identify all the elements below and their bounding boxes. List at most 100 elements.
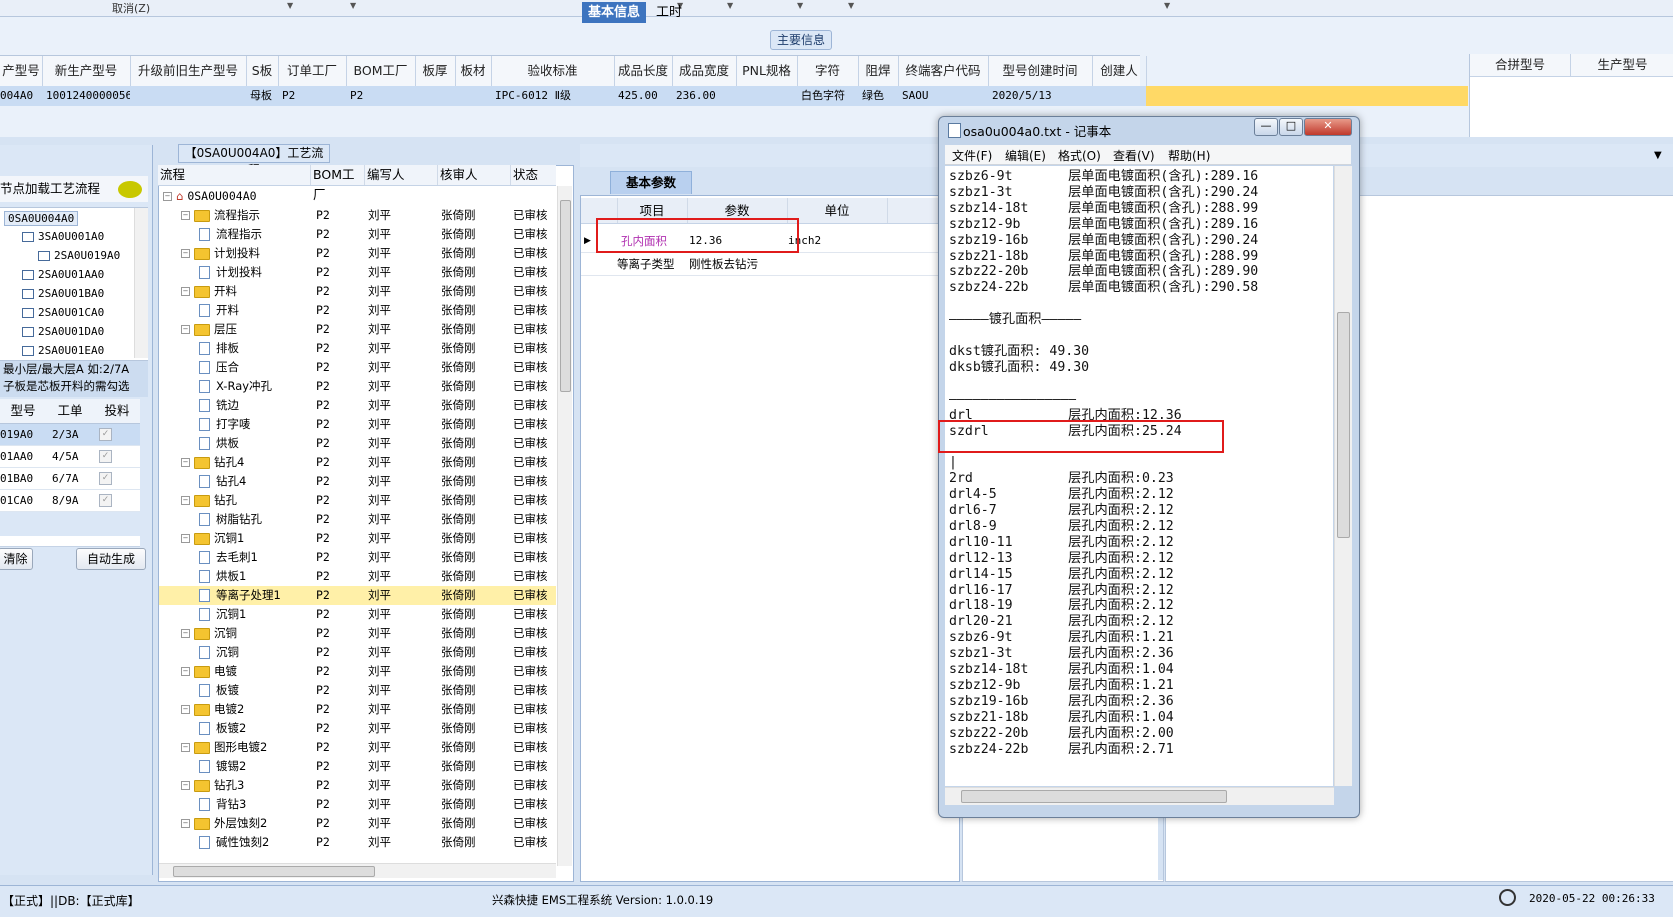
feed-checkbox[interactable]: ✓	[99, 472, 112, 485]
collapse-icon[interactable]: −	[181, 629, 190, 638]
flow-tree-row[interactable]: 板镀2 P2 刘平 张倚刚 已审核	[159, 719, 556, 738]
tree-item[interactable]: 3SA0U001A0	[22, 230, 104, 243]
tree-item[interactable]: 2SA0U01DA0	[22, 325, 104, 338]
flow-node[interactable]: − 外层蚀刻2	[181, 814, 313, 833]
tab-basic-params[interactable]: 基本参数	[610, 171, 692, 194]
main-row-cell[interactable]: 母板	[250, 86, 278, 106]
collapse-icon[interactable]: −	[181, 496, 190, 505]
main-row-cell[interactable]: P2	[282, 86, 346, 106]
flow-node[interactable]: − 流程指示	[181, 206, 313, 225]
flow-node[interactable]: − 沉铜	[181, 624, 313, 643]
flow-vertical-scrollbar[interactable]	[557, 186, 572, 866]
flow-node[interactable]: 流程指示	[199, 225, 313, 244]
menu-file[interactable]: 文件(F)	[952, 147, 992, 164]
flow-tree-row[interactable]: − 电镀 P2 刘平 张倚刚 已审核	[159, 662, 556, 681]
flow-tree-row[interactable]: − 沉铜1 P2 刘平 张倚刚 已审核	[159, 529, 556, 548]
main-row-cell[interactable]: 白色字符	[801, 86, 858, 106]
flow-node[interactable]: 铣边	[199, 396, 313, 415]
flow-node[interactable]: − 钻孔4	[181, 453, 313, 472]
flow-tree-row[interactable]: 背钻3 P2 刘平 张倚刚 已审核	[159, 795, 556, 814]
flow-tree-row[interactable]: X-Ray冲孔 P2 刘平 张倚刚 已审核	[159, 377, 556, 396]
flow-tree-row[interactable]: 沉铜 P2 刘平 张倚刚 已审核	[159, 643, 556, 662]
flow-tree-row[interactable]: − ⌂ 0SA0U004A0	[159, 187, 556, 206]
flow-tree-row[interactable]: 开料 P2 刘平 张倚刚 已审核	[159, 301, 556, 320]
notepad-content[interactable]: szbz6-9t 层单面电镀面积(含孔):289.16 szbz1-3t 层单面…	[949, 169, 1258, 758]
flow-node[interactable]: X-Ray冲孔	[199, 377, 313, 396]
flow-node[interactable]: 等离子处理1	[199, 586, 313, 605]
collapse-icon[interactable]: −	[181, 211, 190, 220]
highlight-cell[interactable]	[1146, 86, 1468, 106]
flow-tree-row[interactable]: 镀锡2 P2 刘平 张倚刚 已审核	[159, 757, 556, 776]
main-row-cell[interactable]	[740, 86, 797, 106]
chevron-down-icon[interactable]: ▼	[848, 1, 854, 10]
table-row[interactable]: 019A0 2/3A ✓	[0, 424, 140, 446]
collapse-icon[interactable]: −	[181, 287, 190, 296]
main-row-cell[interactable]: 绿色	[862, 86, 898, 106]
flow-node[interactable]: 碱性蚀刻2	[199, 833, 313, 852]
flow-node[interactable]: 板镀2	[199, 719, 313, 738]
flow-tree-row[interactable]: 排板 P2 刘平 张倚刚 已审核	[159, 339, 556, 358]
tree-item[interactable]: 0SA0U004A0	[4, 211, 79, 226]
chat-bubble-icon[interactable]	[118, 181, 142, 198]
flow-node[interactable]: − 开料	[181, 282, 313, 301]
flow-node[interactable]: − 钻孔	[181, 491, 313, 510]
scroll-thumb[interactable]	[1337, 312, 1350, 538]
main-row-cell[interactable]: 10012400000561	[46, 86, 130, 106]
scroll-thumb[interactable]	[560, 200, 571, 392]
flow-tree-row[interactable]: − 钻孔 P2 刘平 张倚刚 已审核	[159, 491, 556, 510]
feed-checkbox[interactable]: ✓	[99, 494, 112, 507]
collapse-icon[interactable]: −	[181, 819, 190, 828]
flow-tree-row[interactable]: − 计划投料 P2 刘平 张倚刚 已审核	[159, 244, 556, 263]
flow-tree-row[interactable]: 计划投料 P2 刘平 张倚刚 已审核	[159, 263, 556, 282]
flow-node[interactable]: 沉铜1	[199, 605, 313, 624]
param-value[interactable]: 刚性板去钻污	[689, 253, 758, 275]
main-row-cell[interactable]: 425.00	[618, 86, 672, 106]
tree-item[interactable]: 2SA0U01BA0	[22, 287, 104, 300]
flow-node[interactable]: 排板	[199, 339, 313, 358]
flow-tree-row[interactable]: − 电镀2 P2 刘平 张倚刚 已审核	[159, 700, 556, 719]
flow-node[interactable]: − 图形电镀2	[181, 738, 313, 757]
feed-checkbox[interactable]: ✓	[99, 450, 112, 463]
main-row-cell[interactable]	[459, 86, 491, 106]
table-row[interactable]: 01AA0 4/5A ✓	[0, 446, 140, 468]
flow-tree-row[interactable]: 树脂钻孔 P2 刘平 张倚刚 已审核	[159, 510, 556, 529]
main-row-cell[interactable]: P2	[350, 86, 415, 106]
collapse-icon[interactable]: −	[181, 534, 190, 543]
flow-node[interactable]: − 计划投料	[181, 244, 313, 263]
flow-node[interactable]: 烘板1	[199, 567, 313, 586]
flow-tree-row[interactable]: − 开料 P2 刘平 张倚刚 已审核	[159, 282, 556, 301]
flow-tree-row[interactable]: 烘板 P2 刘平 张倚刚 已审核	[159, 434, 556, 453]
flow-node[interactable]: 去毛刺1	[199, 548, 313, 567]
tree-item[interactable]: 2SA0U019A0	[38, 249, 120, 262]
flow-tree-row[interactable]: 钻孔4 P2 刘平 张倚刚 已审核	[159, 472, 556, 491]
main-row-cell[interactable]: IPC-6012 Ⅱ级	[495, 86, 614, 106]
main-row-cell[interactable]	[134, 86, 246, 106]
tree-item[interactable]: 2SA0U01AA0	[22, 268, 104, 281]
flow-node[interactable]: 背钻3	[199, 795, 313, 814]
main-row-cell[interactable]: SAOU	[902, 86, 988, 106]
flow-node[interactable]: 开料	[199, 301, 313, 320]
main-row-cell[interactable]: 2020/5/13	[992, 86, 1092, 106]
auto-generate-button[interactable]: 自动生成	[76, 548, 146, 570]
flow-node[interactable]: − ⌂ 0SA0U004A0	[163, 187, 313, 206]
flow-node[interactable]: 烘板	[199, 434, 313, 453]
flow-tree-row[interactable]: − 钻孔4 P2 刘平 张倚刚 已审核	[159, 453, 556, 472]
chevron-down-icon[interactable]: ▼	[287, 1, 293, 10]
menu-view[interactable]: 查看(V)	[1113, 147, 1155, 164]
table-row[interactable]: 01BA0 6/7A ✓	[0, 468, 140, 490]
flow-horizontal-scrollbar[interactable]	[159, 863, 556, 878]
param-row[interactable]: 等离子类型 刚性板去钻污	[581, 253, 957, 276]
collapse-icon[interactable]: −	[181, 743, 190, 752]
flow-node[interactable]: 钻孔4	[199, 472, 313, 491]
flow-tree-row[interactable]: 铣边 P2 刘平 张倚刚 已审核	[159, 396, 556, 415]
flow-tree-row[interactable]: 板镀 P2 刘平 张倚刚 已审核	[159, 681, 556, 700]
flow-node[interactable]: 树脂钻孔	[199, 510, 313, 529]
flow-node[interactable]: − 层压	[181, 320, 313, 339]
flow-tree-row[interactable]: 压合 P2 刘平 张倚刚 已审核	[159, 358, 556, 377]
collapse-icon[interactable]: −	[181, 667, 190, 676]
tab-work-hours[interactable]: 工时	[650, 2, 688, 23]
collapse-icon[interactable]: −	[181, 325, 190, 334]
collapse-icon[interactable]: −	[181, 781, 190, 790]
notepad-text-area[interactable]: szbz6-9t 层单面电镀面积(含孔):289.16 szbz1-3t 层单面…	[945, 166, 1333, 786]
main-row-cell[interactable]	[419, 86, 455, 106]
